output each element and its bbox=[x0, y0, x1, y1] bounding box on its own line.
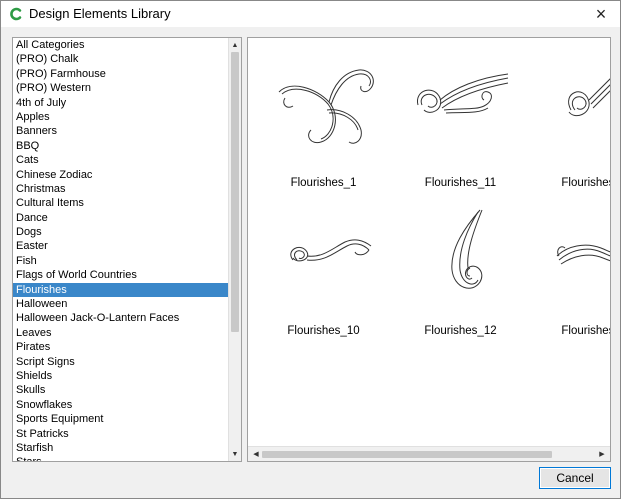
gallery-item-label: Flourishes_12 bbox=[424, 325, 497, 337]
gallery-item[interactable]: Flourishes_10 bbox=[256, 198, 391, 338]
category-list-item[interactable]: Flourishes bbox=[13, 282, 229, 298]
category-list-item[interactable]: Apples bbox=[13, 110, 229, 124]
category-list-panel: All Categories (PRO) Chalk (PRO) Farmhouse… bbox=[12, 37, 242, 462]
category-list-item[interactable]: Skulls bbox=[13, 383, 229, 397]
category-list-item[interactable]: Stars bbox=[13, 455, 229, 461]
gallery-item-label: Flourishes_11 bbox=[424, 177, 497, 189]
category-list-item[interactable]: Halloween bbox=[13, 297, 229, 311]
gallery-item-label: Flourishes_1 bbox=[290, 177, 357, 189]
scroll-down-icon[interactable]: ▼ bbox=[229, 448, 241, 460]
scroll-up-icon[interactable]: ▲ bbox=[229, 39, 241, 51]
category-list-item[interactable]: Fish bbox=[13, 254, 229, 268]
category-list-item[interactable]: Cultural Items bbox=[13, 196, 229, 210]
gallery-item-label: Flourishes_14 bbox=[561, 325, 610, 337]
design-gallery: Flourishes_1 Flourishes_11 Flourishe Flo… bbox=[247, 37, 611, 462]
category-list-item[interactable]: Script Signs bbox=[13, 355, 229, 369]
category-list-item[interactable]: Chinese Zodiac bbox=[13, 168, 229, 182]
flourish-10-thumbnail bbox=[290, 239, 372, 262]
category-list-item[interactable]: Dogs bbox=[13, 225, 229, 239]
category-list-item[interactable]: (PRO) Chalk bbox=[13, 52, 229, 66]
category-list-item[interactable]: Dance bbox=[13, 211, 229, 225]
category-list-item[interactable]: Halloween Jack-O-Lantern Faces bbox=[13, 311, 229, 325]
category-list-item[interactable]: All Categories bbox=[13, 38, 229, 52]
gallery-item-label: Flourishes_10 bbox=[287, 325, 360, 337]
title-bar[interactable]: Design Elements Library × bbox=[1, 1, 620, 27]
flourish-11-thumbnail bbox=[417, 73, 509, 114]
flourish-13-thumbnail bbox=[568, 78, 610, 117]
category-list-item[interactable]: Banners bbox=[13, 124, 229, 138]
scrollbar-thumb[interactable] bbox=[231, 52, 239, 332]
gallery-item[interactable]: Flourishes_1 bbox=[256, 50, 391, 190]
category-list-item[interactable]: 4th of July bbox=[13, 96, 229, 110]
scrollbar-thumb[interactable] bbox=[262, 451, 552, 458]
category-list-item[interactable]: Leaves bbox=[13, 326, 229, 340]
category-list-item[interactable]: Cats bbox=[13, 153, 229, 167]
scroll-right-icon[interactable]: ▶ bbox=[596, 448, 608, 460]
gallery-item[interactable]: Flourishes_14 bbox=[530, 198, 610, 338]
category-list-item[interactable]: Snowflakes bbox=[13, 398, 229, 412]
gallery-item[interactable]: Flourishes_12 bbox=[393, 198, 528, 338]
category-list-item[interactable]: St Patricks bbox=[13, 427, 229, 441]
flourish-12-thumbnail bbox=[451, 209, 483, 289]
gallery-scrollbar[interactable]: ◀ ▶ bbox=[248, 446, 610, 461]
category-list-item[interactable]: BBQ bbox=[13, 139, 229, 153]
category-list-item[interactable]: (PRO) Western bbox=[13, 81, 229, 95]
scroll-left-icon[interactable]: ◀ bbox=[250, 448, 262, 460]
category-list-scrollbar[interactable]: ▲ ▼ bbox=[228, 38, 241, 461]
category-list-item[interactable]: Starfish bbox=[13, 441, 229, 455]
category-list-item[interactable]: Flags of World Countries bbox=[13, 268, 229, 282]
gallery-item[interactable]: Flourishes_11 bbox=[393, 50, 528, 190]
category-list-item[interactable]: (PRO) Farmhouse bbox=[13, 67, 229, 81]
app-logo-icon bbox=[10, 7, 22, 21]
cancel-button[interactable]: Cancel bbox=[539, 467, 611, 489]
category-list-item[interactable]: Sports Equipment bbox=[13, 412, 229, 426]
category-list-item[interactable]: Christmas bbox=[13, 182, 229, 196]
category-list-item[interactable]: Easter bbox=[13, 239, 229, 253]
gallery-item[interactable]: Flourishes_13 bbox=[530, 50, 610, 190]
category-list[interactable]: All Categories (PRO) Chalk (PRO) Farmhouse… bbox=[13, 38, 229, 461]
flourish-1-thumbnail bbox=[278, 69, 374, 144]
gallery-item-label: Flourishes_13 bbox=[561, 177, 610, 189]
flourish-14-thumbnail bbox=[556, 244, 610, 265]
category-list-item[interactable]: Shields bbox=[13, 369, 229, 383]
window-title: Design Elements Library bbox=[29, 6, 171, 21]
category-list-item[interactable]: Pirates bbox=[13, 340, 229, 354]
close-icon[interactable]: × bbox=[590, 4, 612, 24]
design-elements-dialog: Design Elements Library × All Categories… bbox=[0, 0, 621, 499]
